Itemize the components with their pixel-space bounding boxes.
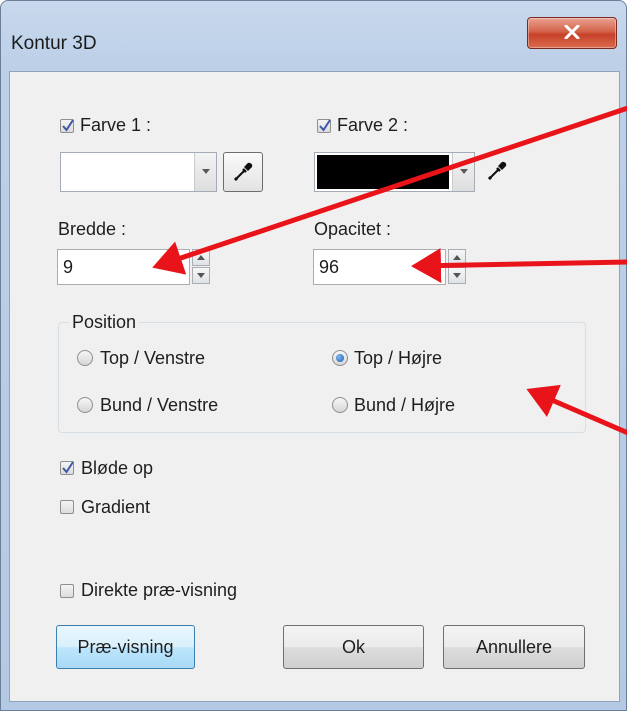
checkmark-icon [62, 461, 74, 474]
opacity-label: Opacitet : [314, 219, 392, 239]
radio-top-left-label[interactable]: Top / Venstre [100, 348, 205, 369]
radio-top-right[interactable] [332, 350, 348, 366]
spin-down-icon [453, 273, 461, 278]
width-input[interactable]: 9 [57, 249, 190, 285]
dialog-window: Kontur 3D Farve 1 : Farve 2: Bredde: 9… [0, 0, 627, 711]
spin-up-icon [453, 255, 461, 260]
dialog-client-area: Farve 1 : Farve 2 : Bredde: 9 Opacitet … [9, 71, 620, 702]
color2-checkbox[interactable] [317, 119, 331, 133]
dropdown-arrow-icon [202, 169, 210, 174]
close-button[interactable] [527, 17, 617, 49]
eyedropper-icon [233, 162, 253, 182]
color1-combo[interactable] [60, 152, 217, 192]
opacity-spin-down[interactable] [448, 267, 466, 284]
width-spin-down[interactable] [192, 267, 210, 284]
position-groupbox [58, 322, 586, 433]
radio-bottom-right[interactable] [332, 397, 348, 413]
blur-checkbox[interactable] [60, 461, 74, 475]
radio-bottom-right-label[interactable]: Bund / Højre [354, 395, 455, 416]
close-icon [564, 25, 580, 39]
color2-picker-button[interactable] [482, 158, 512, 188]
gradient-checkbox[interactable] [60, 500, 74, 514]
gradient-label[interactable]: Gradient [81, 497, 150, 518]
radio-top-left[interactable] [77, 350, 93, 366]
color2-dropdown-button[interactable] [452, 153, 474, 191]
width-label: Bredde : [58, 219, 127, 239]
color2-swatch [317, 155, 449, 189]
window-title: Kontur 3D [11, 33, 97, 54]
ok-button[interactable]: Ok [283, 625, 424, 669]
direct-preview-checkbox[interactable] [60, 584, 74, 598]
color1-picker-button[interactable] [223, 152, 263, 192]
radio-bottom-left-label[interactable]: Bund / Venstre [100, 395, 218, 416]
opacity-input[interactable]: 96 [313, 249, 446, 285]
cancel-button[interactable]: Annullere [443, 625, 585, 669]
color1-label: Farve 1 : [80, 115, 152, 135]
width-spin-up[interactable] [192, 249, 210, 266]
color2-combo[interactable] [314, 152, 475, 192]
spin-down-icon [197, 273, 205, 278]
radio-top-right-label[interactable]: Top / Højre [354, 348, 442, 369]
blur-label[interactable]: Bløde op [81, 458, 153, 479]
radio-selected-dot [336, 354, 344, 362]
color1-swatch [63, 155, 191, 189]
opacity-spinner[interactable] [448, 249, 466, 285]
width-spinner[interactable] [192, 249, 210, 285]
checkmark-icon [319, 119, 331, 132]
checkmark-icon [62, 119, 74, 132]
opacity-spin-up[interactable] [448, 249, 466, 266]
color1-dropdown-button[interactable] [194, 153, 216, 191]
color2-label: Farve 2 : [337, 115, 409, 135]
title-bar[interactable]: Kontur 3D [1, 1, 626, 71]
eyedropper-icon [487, 161, 507, 181]
spin-up-icon [197, 255, 205, 260]
dropdown-arrow-icon [460, 169, 468, 174]
direct-preview-label[interactable]: Direkte præ-visning [81, 580, 237, 601]
radio-bottom-left[interactable] [77, 397, 93, 413]
preview-button[interactable]: Præ-visning [56, 625, 195, 669]
position-legend: Position [69, 312, 140, 333]
color1-checkbox[interactable] [60, 119, 74, 133]
